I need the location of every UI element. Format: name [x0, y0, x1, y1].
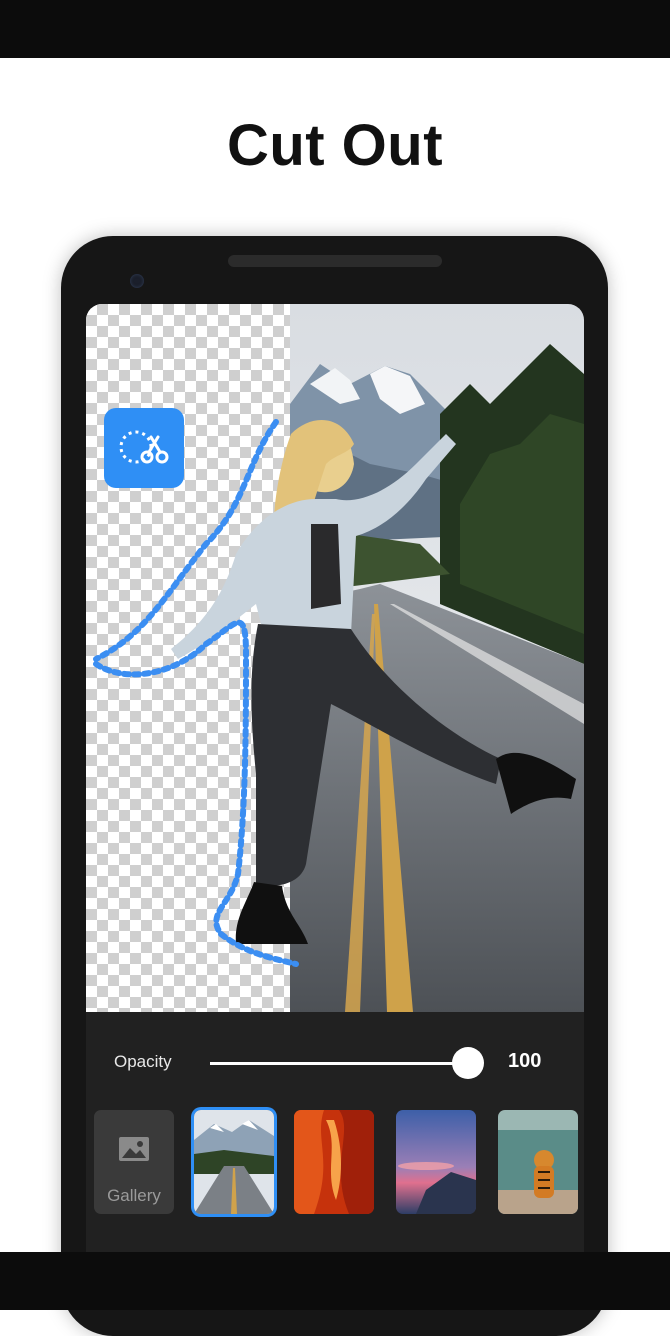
phone-speaker	[228, 255, 442, 267]
background-thumb-mountain-road[interactable]	[194, 1110, 274, 1214]
background-thumb-tiger-water[interactable]	[498, 1110, 578, 1214]
edit-canvas[interactable]	[86, 304, 584, 1012]
opacity-label: Opacity	[114, 1052, 172, 1071]
background-picker: Gallery	[94, 1110, 584, 1220]
page-title: Cut Out	[226, 113, 444, 178]
opacity-slider[interactable]	[210, 1047, 484, 1079]
phone-camera	[130, 274, 144, 288]
gallery-button[interactable]: Gallery	[94, 1110, 174, 1214]
status-bar	[0, 0, 670, 58]
background-thumb-red-canyon[interactable]	[294, 1110, 374, 1214]
cutout-tool-button[interactable]	[104, 408, 184, 488]
background-thumb-sunset-sky[interactable]	[396, 1110, 476, 1214]
editor-controls: Opacity 100 Gallery	[86, 1012, 584, 1252]
image-icon	[119, 1137, 149, 1161]
editor-screen: Opacity 100 Gallery	[86, 304, 584, 1252]
gallery-label: Gallery	[107, 1186, 161, 1205]
opacity-slider-fill	[210, 1062, 468, 1065]
opacity-slider-thumb[interactable]	[452, 1047, 484, 1079]
opacity-value: 100	[508, 1050, 542, 1072]
scissors-icon	[119, 430, 169, 464]
navigation-bar	[0, 1252, 670, 1310]
